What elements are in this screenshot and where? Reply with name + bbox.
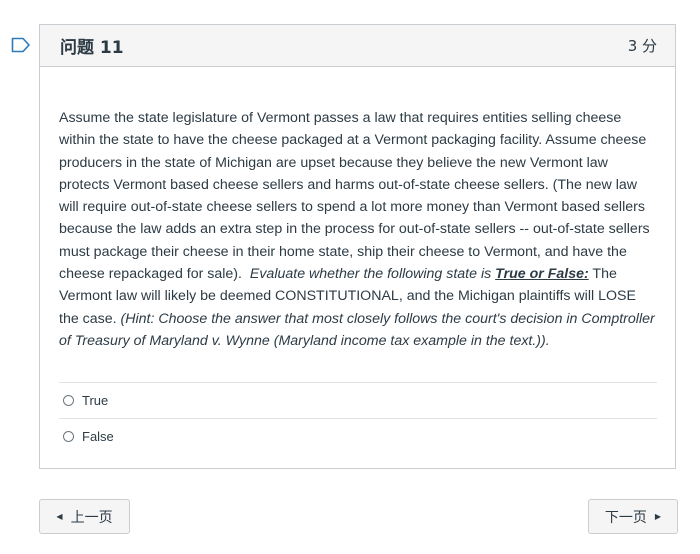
- answer-list: True False: [59, 382, 657, 454]
- question-points: 3 分: [627, 37, 657, 55]
- previous-page-button[interactable]: ◀ 上一页: [39, 499, 130, 534]
- next-page-label: 下一页: [604, 509, 647, 526]
- next-page-button[interactable]: 下一页 ▶: [588, 499, 678, 534]
- question-text: Assume the state legislature of Vermont …: [40, 67, 675, 352]
- radio-false[interactable]: [63, 431, 74, 442]
- question-header: 问题 11 3 分: [40, 25, 675, 67]
- answer-option-false[interactable]: False: [59, 418, 657, 454]
- true-false-label: True or False:: [495, 266, 589, 283]
- answer-label: True: [82, 393, 109, 408]
- answer-option-true[interactable]: True: [59, 382, 657, 418]
- question-hint: (Hint: Choose the answer that most close…: [59, 310, 655, 349]
- question-title: 问题 11: [60, 38, 124, 58]
- question-instruction: Evaluate whether the following state is: [249, 266, 492, 283]
- answer-label: False: [82, 429, 114, 444]
- previous-page-label: 上一页: [70, 509, 113, 526]
- triangle-right-icon: ▶: [654, 512, 662, 521]
- radio-true[interactable]: [63, 395, 74, 406]
- question-scenario: Assume the state legislature of Vermont …: [59, 110, 650, 283]
- question-card: 问题 11 3 分 Assume the state legislature o…: [39, 24, 676, 469]
- triangle-left-icon: ◀: [56, 512, 63, 521]
- flag-question-icon[interactable]: [11, 37, 31, 53]
